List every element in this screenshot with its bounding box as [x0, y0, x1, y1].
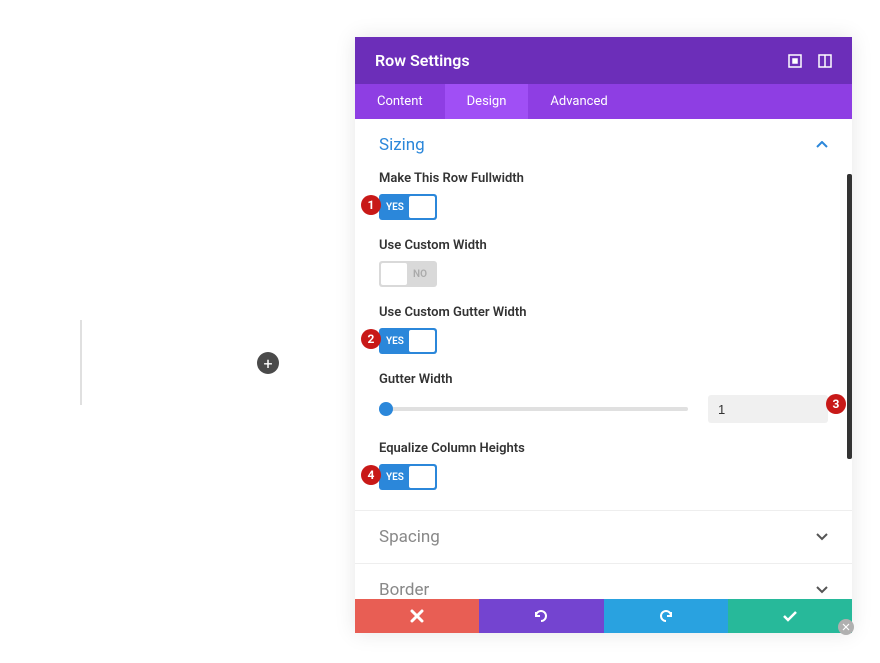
custom-width-toggle-state: NO: [413, 269, 427, 280]
section-header-spacing[interactable]: Spacing: [355, 511, 852, 563]
section-header-sizing[interactable]: Sizing: [355, 119, 852, 171]
option-custom-width: Use Custom Width NO: [379, 238, 828, 287]
badge-3: 3: [826, 394, 846, 414]
canvas-divider: [80, 320, 82, 405]
fullwidth-toggle-state: YES: [386, 202, 404, 213]
fullwidth-toggle[interactable]: YES: [379, 194, 437, 220]
expand-icon[interactable]: [788, 54, 802, 68]
panel-header-actions: [788, 54, 832, 68]
section-sizing: Sizing Make This Row Fullwidth YES 1 Use…: [355, 119, 852, 511]
equalize-toggle-state: YES: [386, 472, 404, 483]
check-icon: [782, 610, 798, 622]
save-button[interactable]: [728, 599, 852, 633]
gutter-width-label: Gutter Width: [379, 372, 828, 387]
toggle-handle: [409, 196, 435, 218]
slider-thumb[interactable]: [379, 402, 393, 416]
row-settings-panel: Row Settings Content Design Advanced Siz…: [355, 37, 852, 633]
section-title-spacing: Spacing: [379, 527, 440, 547]
equalize-toggle[interactable]: YES: [379, 464, 437, 490]
section-border: Border: [355, 564, 852, 599]
scroll-indicator[interactable]: [847, 174, 852, 459]
custom-gutter-label: Use Custom Gutter Width: [379, 305, 828, 320]
panel-title: Row Settings: [375, 51, 470, 70]
redo-icon: [658, 608, 674, 624]
option-equalize: Equalize Column Heights YES 4: [379, 441, 828, 490]
badge-4: 4: [361, 465, 381, 485]
option-fullwidth: Make This Row Fullwidth YES 1: [379, 171, 828, 220]
gutter-width-input[interactable]: [708, 395, 828, 423]
section-header-border[interactable]: Border: [355, 564, 852, 599]
section-title-sizing: Sizing: [379, 135, 425, 155]
custom-gutter-toggle-state: YES: [386, 336, 404, 347]
help-button[interactable]: [838, 619, 854, 635]
panel-footer: [355, 599, 852, 633]
gutter-slider[interactable]: [379, 407, 688, 411]
redo-button[interactable]: [604, 599, 728, 633]
custom-gutter-toggle[interactable]: YES: [379, 328, 437, 354]
custom-width-label: Use Custom Width: [379, 238, 828, 253]
option-custom-gutter: Use Custom Gutter Width YES 2: [379, 305, 828, 354]
help-icon: [841, 622, 851, 632]
option-gutter-width: Gutter Width 3: [379, 372, 828, 423]
section-title-border: Border: [379, 580, 429, 599]
sizing-content: Make This Row Fullwidth YES 1 Use Custom…: [355, 171, 852, 510]
panel-header: Row Settings: [355, 37, 852, 84]
toggle-handle: [409, 466, 435, 488]
undo-button[interactable]: [479, 599, 603, 633]
cancel-button[interactable]: [355, 599, 479, 633]
add-module-button[interactable]: +: [257, 352, 279, 374]
close-icon: [410, 609, 424, 623]
badge-1: 1: [361, 195, 381, 215]
toggle-handle: [381, 263, 407, 285]
equalize-label: Equalize Column Heights: [379, 441, 828, 456]
canvas-area: +: [0, 0, 355, 663]
tab-advanced[interactable]: Advanced: [528, 84, 629, 119]
chevron-up-icon: [816, 138, 828, 152]
section-spacing: Spacing: [355, 511, 852, 564]
panel-tabs: Content Design Advanced: [355, 84, 852, 119]
tab-design[interactable]: Design: [445, 84, 529, 119]
fullwidth-label: Make This Row Fullwidth: [379, 171, 828, 186]
custom-width-toggle[interactable]: NO: [379, 261, 437, 287]
undo-icon: [533, 608, 549, 624]
toggle-handle: [409, 330, 435, 352]
chevron-down-icon: [816, 583, 828, 597]
panel-body: Sizing Make This Row Fullwidth YES 1 Use…: [355, 119, 852, 599]
tab-content[interactable]: Content: [355, 84, 445, 119]
snap-icon[interactable]: [818, 54, 832, 68]
badge-2: 2: [361, 329, 381, 349]
gutter-slider-row: [379, 395, 828, 423]
chevron-down-icon: [816, 530, 828, 544]
